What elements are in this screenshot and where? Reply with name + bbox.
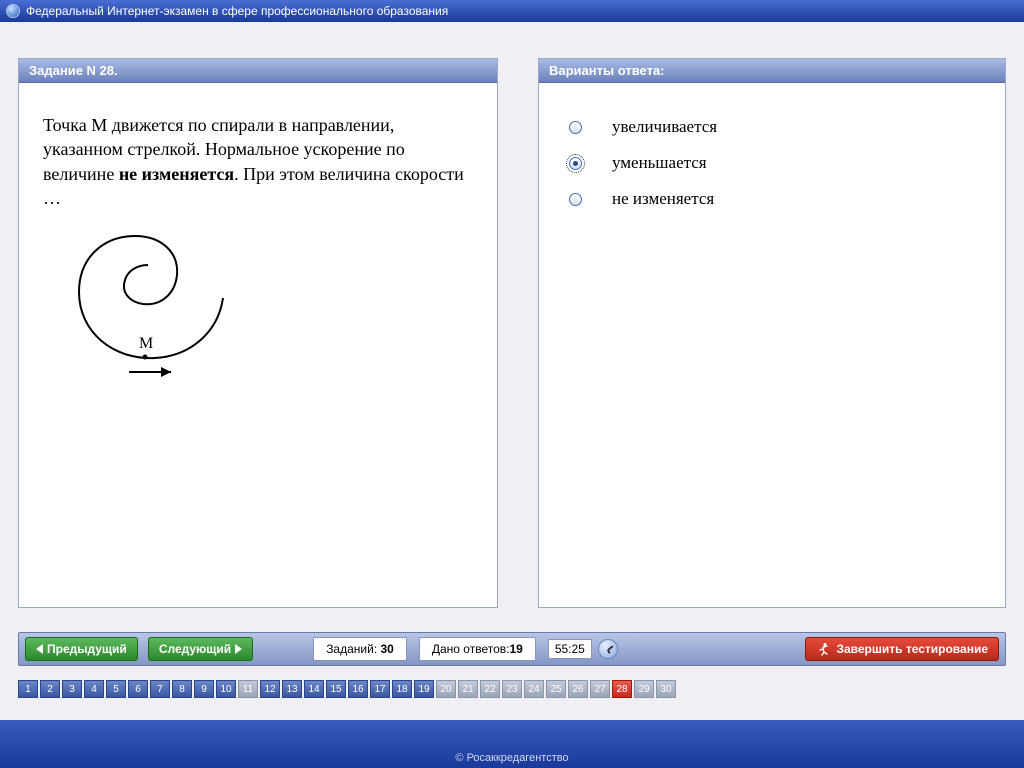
radio-icon[interactable] (569, 193, 582, 206)
question-number-18[interactable]: 18 (392, 680, 412, 698)
question-number-16[interactable]: 16 (348, 680, 368, 698)
footer-copyright: © Росаккредагентство (0, 752, 1024, 764)
spiral-figure: M (43, 220, 473, 395)
question-number-13[interactable]: 13 (282, 680, 302, 698)
finish-button[interactable]: Завершить тестирование (805, 637, 999, 661)
question-number-7[interactable]: 7 (150, 680, 170, 698)
radio-icon[interactable] (569, 121, 582, 134)
answer-label: увеличивается (612, 117, 717, 137)
question-number-17[interactable]: 17 (370, 680, 390, 698)
question-number-9[interactable]: 9 (194, 680, 214, 698)
question-number-3[interactable]: 3 (62, 680, 82, 698)
question-number-2[interactable]: 2 (40, 680, 60, 698)
tasks-total-box: Заданий: 30 (313, 637, 407, 661)
question-number-30[interactable]: 30 (656, 680, 676, 698)
footer-bar: © Росаккредагентство (0, 720, 1024, 768)
timer-box: 55:25 (548, 639, 592, 659)
question-number-12[interactable]: 12 (260, 680, 280, 698)
question-panel: Задание N 28. Точка М движется по спирал… (18, 58, 498, 608)
question-number-11[interactable]: 11 (238, 680, 258, 698)
answers-panel: Варианты ответа: увеличивается уменьшаетс… (538, 58, 1006, 608)
question-number-23[interactable]: 23 (502, 680, 522, 698)
question-number-1[interactable]: 1 (18, 680, 38, 698)
question-number-29[interactable]: 29 (634, 680, 654, 698)
nav-bar: Предыдущий Следующий Заданий: 30 Дано от… (18, 632, 1006, 666)
globe-icon (6, 4, 20, 18)
question-number-6[interactable]: 6 (128, 680, 148, 698)
question-panel-header: Задание N 28. (19, 59, 497, 83)
answer-option-2[interactable]: не изменяется (569, 189, 975, 209)
point-m-label: M (139, 335, 153, 352)
question-number-27[interactable]: 27 (590, 680, 610, 698)
clock-icon (598, 639, 618, 659)
prev-button[interactable]: Предыдущий (25, 637, 138, 661)
arrow-left-icon (36, 644, 43, 654)
question-number-10[interactable]: 10 (216, 680, 236, 698)
answers-given-box: Дано ответов:19 (419, 637, 536, 661)
answer-label: не изменяется (612, 189, 714, 209)
answer-option-1[interactable]: уменьшается (569, 153, 975, 173)
question-text: Точка М движется по спирали в направлени… (43, 113, 473, 210)
question-number-22[interactable]: 22 (480, 680, 500, 698)
answer-option-0[interactable]: увеличивается (569, 117, 975, 137)
question-number-21[interactable]: 21 (458, 680, 478, 698)
question-number-5[interactable]: 5 (106, 680, 126, 698)
question-number-20[interactable]: 20 (436, 680, 456, 698)
answers-panel-header: Варианты ответа: (539, 59, 1005, 83)
question-number-24[interactable]: 24 (524, 680, 544, 698)
question-number-row: 1234567891011121314151617181920212223242… (18, 680, 1006, 698)
question-number-19[interactable]: 19 (414, 680, 434, 698)
radio-icon[interactable] (569, 157, 582, 170)
title-bar: Федеральный Интернет-экзамен в сфере про… (0, 0, 1024, 22)
window-title: Федеральный Интернет-экзамен в сфере про… (26, 4, 448, 18)
answer-label: уменьшается (612, 153, 707, 173)
question-number-28[interactable]: 28 (612, 680, 632, 698)
runner-icon (816, 642, 830, 656)
next-button[interactable]: Следующий (148, 637, 253, 661)
workspace: Задание N 28. Точка М движется по спирал… (0, 22, 1024, 768)
question-number-25[interactable]: 25 (546, 680, 566, 698)
arrow-right-icon (235, 644, 242, 654)
question-number-8[interactable]: 8 (172, 680, 192, 698)
question-number-4[interactable]: 4 (84, 680, 104, 698)
question-number-26[interactable]: 26 (568, 680, 588, 698)
question-number-15[interactable]: 15 (326, 680, 346, 698)
question-number-14[interactable]: 14 (304, 680, 324, 698)
